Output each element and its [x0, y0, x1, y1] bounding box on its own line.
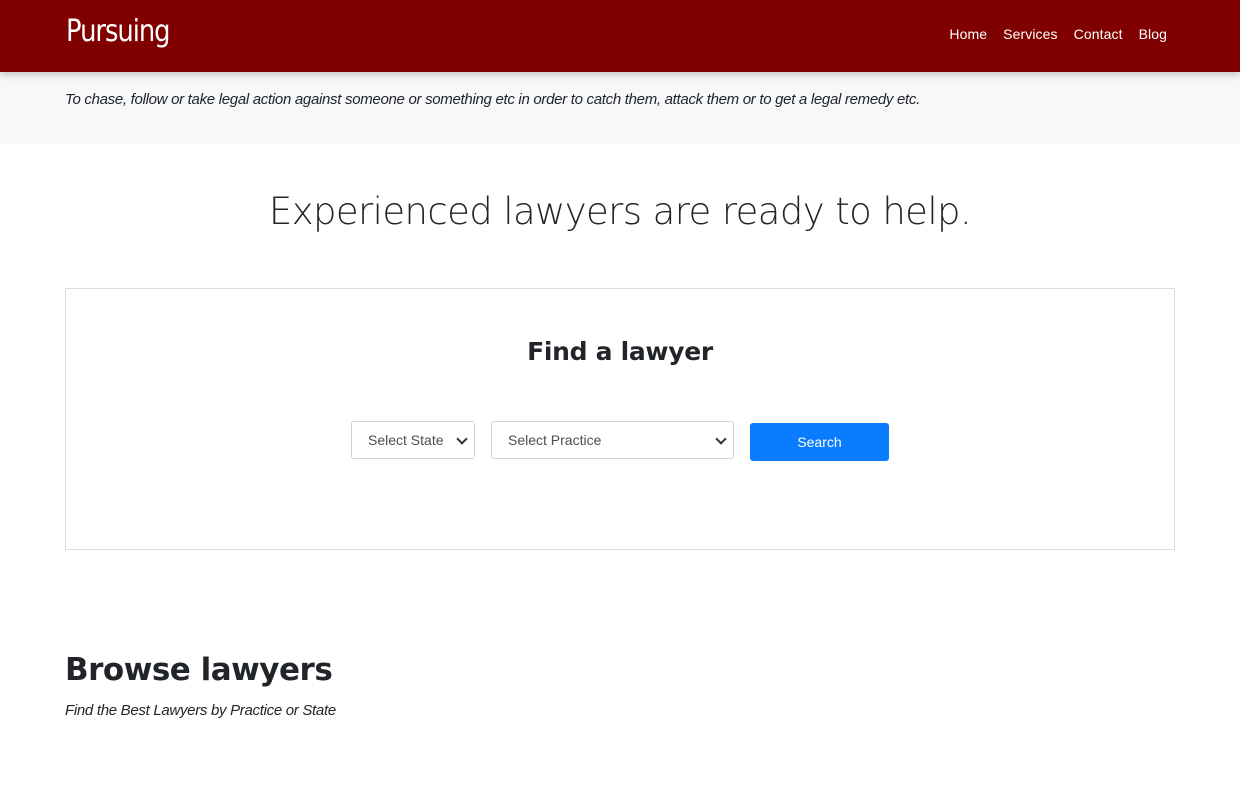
browse-lawyers-subtitle: Find the Best Lawyers by Practice or Sta…	[65, 702, 336, 719]
tagline-band: To chase, follow or take legal action ag…	[0, 72, 1240, 144]
nav-contact[interactable]: Contact	[1074, 26, 1123, 42]
browse-lawyers-title: Browse lawyers	[65, 652, 333, 688]
state-select[interactable]: Select State	[351, 421, 475, 459]
chevron-down-icon	[715, 433, 727, 445]
search-button[interactable]: Search	[750, 423, 889, 461]
practice-select[interactable]: Select Practice	[491, 421, 734, 459]
hero-title: Experienced lawyers are ready to help.	[268, 190, 972, 233]
main-nav: Home Services Contact Blog	[949, 26, 1167, 42]
find-lawyer-card: Find a lawyer Select State Select Practi…	[65, 288, 1175, 550]
brand-logo[interactable]: Pursuing	[66, 14, 171, 49]
tagline-text: To chase, follow or take legal action ag…	[65, 91, 920, 108]
state-select-value: Select State	[368, 432, 444, 448]
chevron-down-icon	[456, 433, 468, 445]
navbar: Pursuing Home Services Contact Blog	[0, 0, 1240, 72]
nav-blog[interactable]: Blog	[1139, 26, 1167, 42]
nav-home[interactable]: Home	[949, 26, 987, 42]
find-lawyer-title: Find a lawyer	[527, 337, 713, 366]
nav-services[interactable]: Services	[1003, 26, 1057, 42]
practice-select-value: Select Practice	[508, 432, 602, 448]
